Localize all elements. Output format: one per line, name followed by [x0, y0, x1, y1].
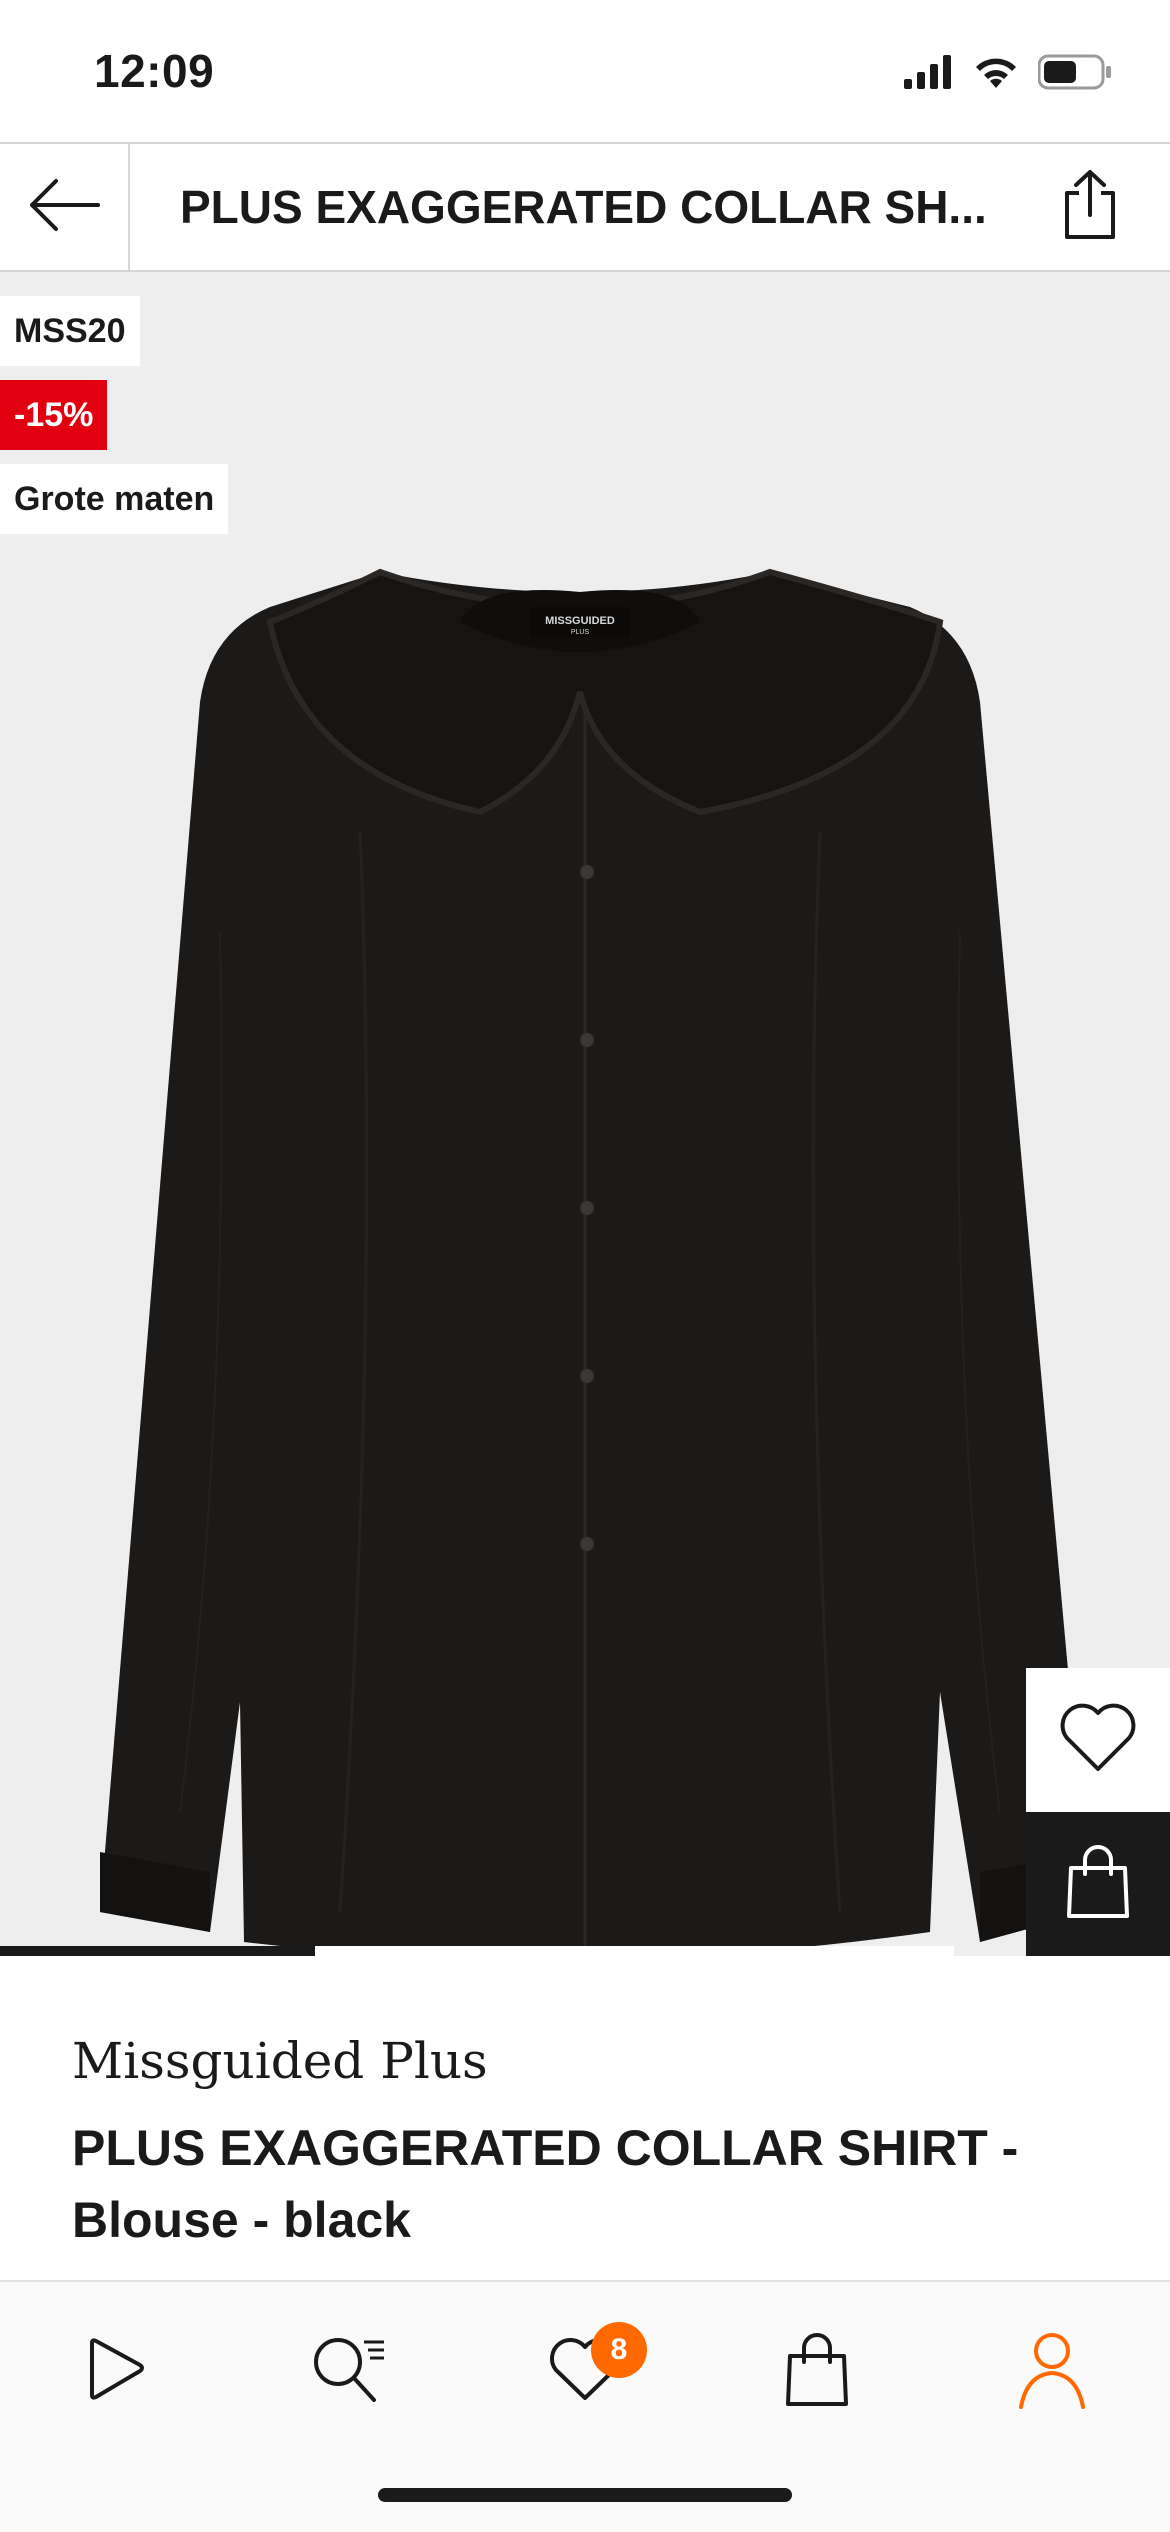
home-indicator[interactable] [378, 2488, 792, 2502]
arrow-left-icon [26, 177, 102, 238]
nav-bag[interactable] [767, 2322, 867, 2422]
status-time: 12:09 [94, 45, 215, 97]
product-header: PLUS EXAGGERATED COLLAR SH... [0, 142, 1170, 272]
share-icon [1061, 169, 1119, 246]
add-to-wishlist-button[interactable] [1026, 1668, 1170, 1812]
product-brand[interactable]: Missguided Plus [72, 2032, 488, 2090]
wishlist-count-badge: 8 [591, 2322, 647, 2378]
nav-account[interactable] [1002, 2322, 1102, 2422]
user-icon [1017, 2331, 1087, 2414]
search-icon [310, 2332, 390, 2413]
nav-home[interactable] [65, 2322, 165, 2422]
garment-label-brand: MISSGUIDED [545, 615, 615, 627]
discount-badge: -15% [0, 380, 108, 450]
gallery-progress-fill [0, 1946, 315, 1956]
share-button[interactable] [1050, 166, 1130, 248]
nav-wishlist[interactable]: 8 [535, 2322, 647, 2422]
product-image: MISSGUIDED PLUS [100, 568, 1090, 1956]
back-button[interactable] [0, 144, 130, 270]
bag-icon [784, 2332, 850, 2413]
garment-label-sub: PLUS [571, 629, 590, 636]
add-to-bag-button[interactable] [1026, 1812, 1170, 1956]
product-name: PLUS EXAGGERATED COLLAR SHIRT - Blouse -… [72, 2120, 1019, 2248]
home-icon [80, 2335, 150, 2410]
bag-icon [1065, 1844, 1131, 1925]
battery-icon [1037, 54, 1112, 95]
signal-icon [904, 54, 954, 94]
promo-code-badge: MSS20 [0, 296, 140, 366]
heart-icon [1059, 1703, 1137, 1778]
nav-search[interactable] [300, 2322, 400, 2422]
wifi-icon [972, 54, 1020, 95]
status-bar: 12:09 [0, 0, 1170, 142]
header-title: PLUS EXAGGERATED COLLAR SH... [180, 181, 987, 233]
product-image-gallery[interactable]: MSS20 -15% Grote maten MISSGUIDED PLUS [0, 272, 1170, 1956]
gallery-progress-bar [0, 1946, 954, 1956]
status-icons [904, 52, 1112, 96]
